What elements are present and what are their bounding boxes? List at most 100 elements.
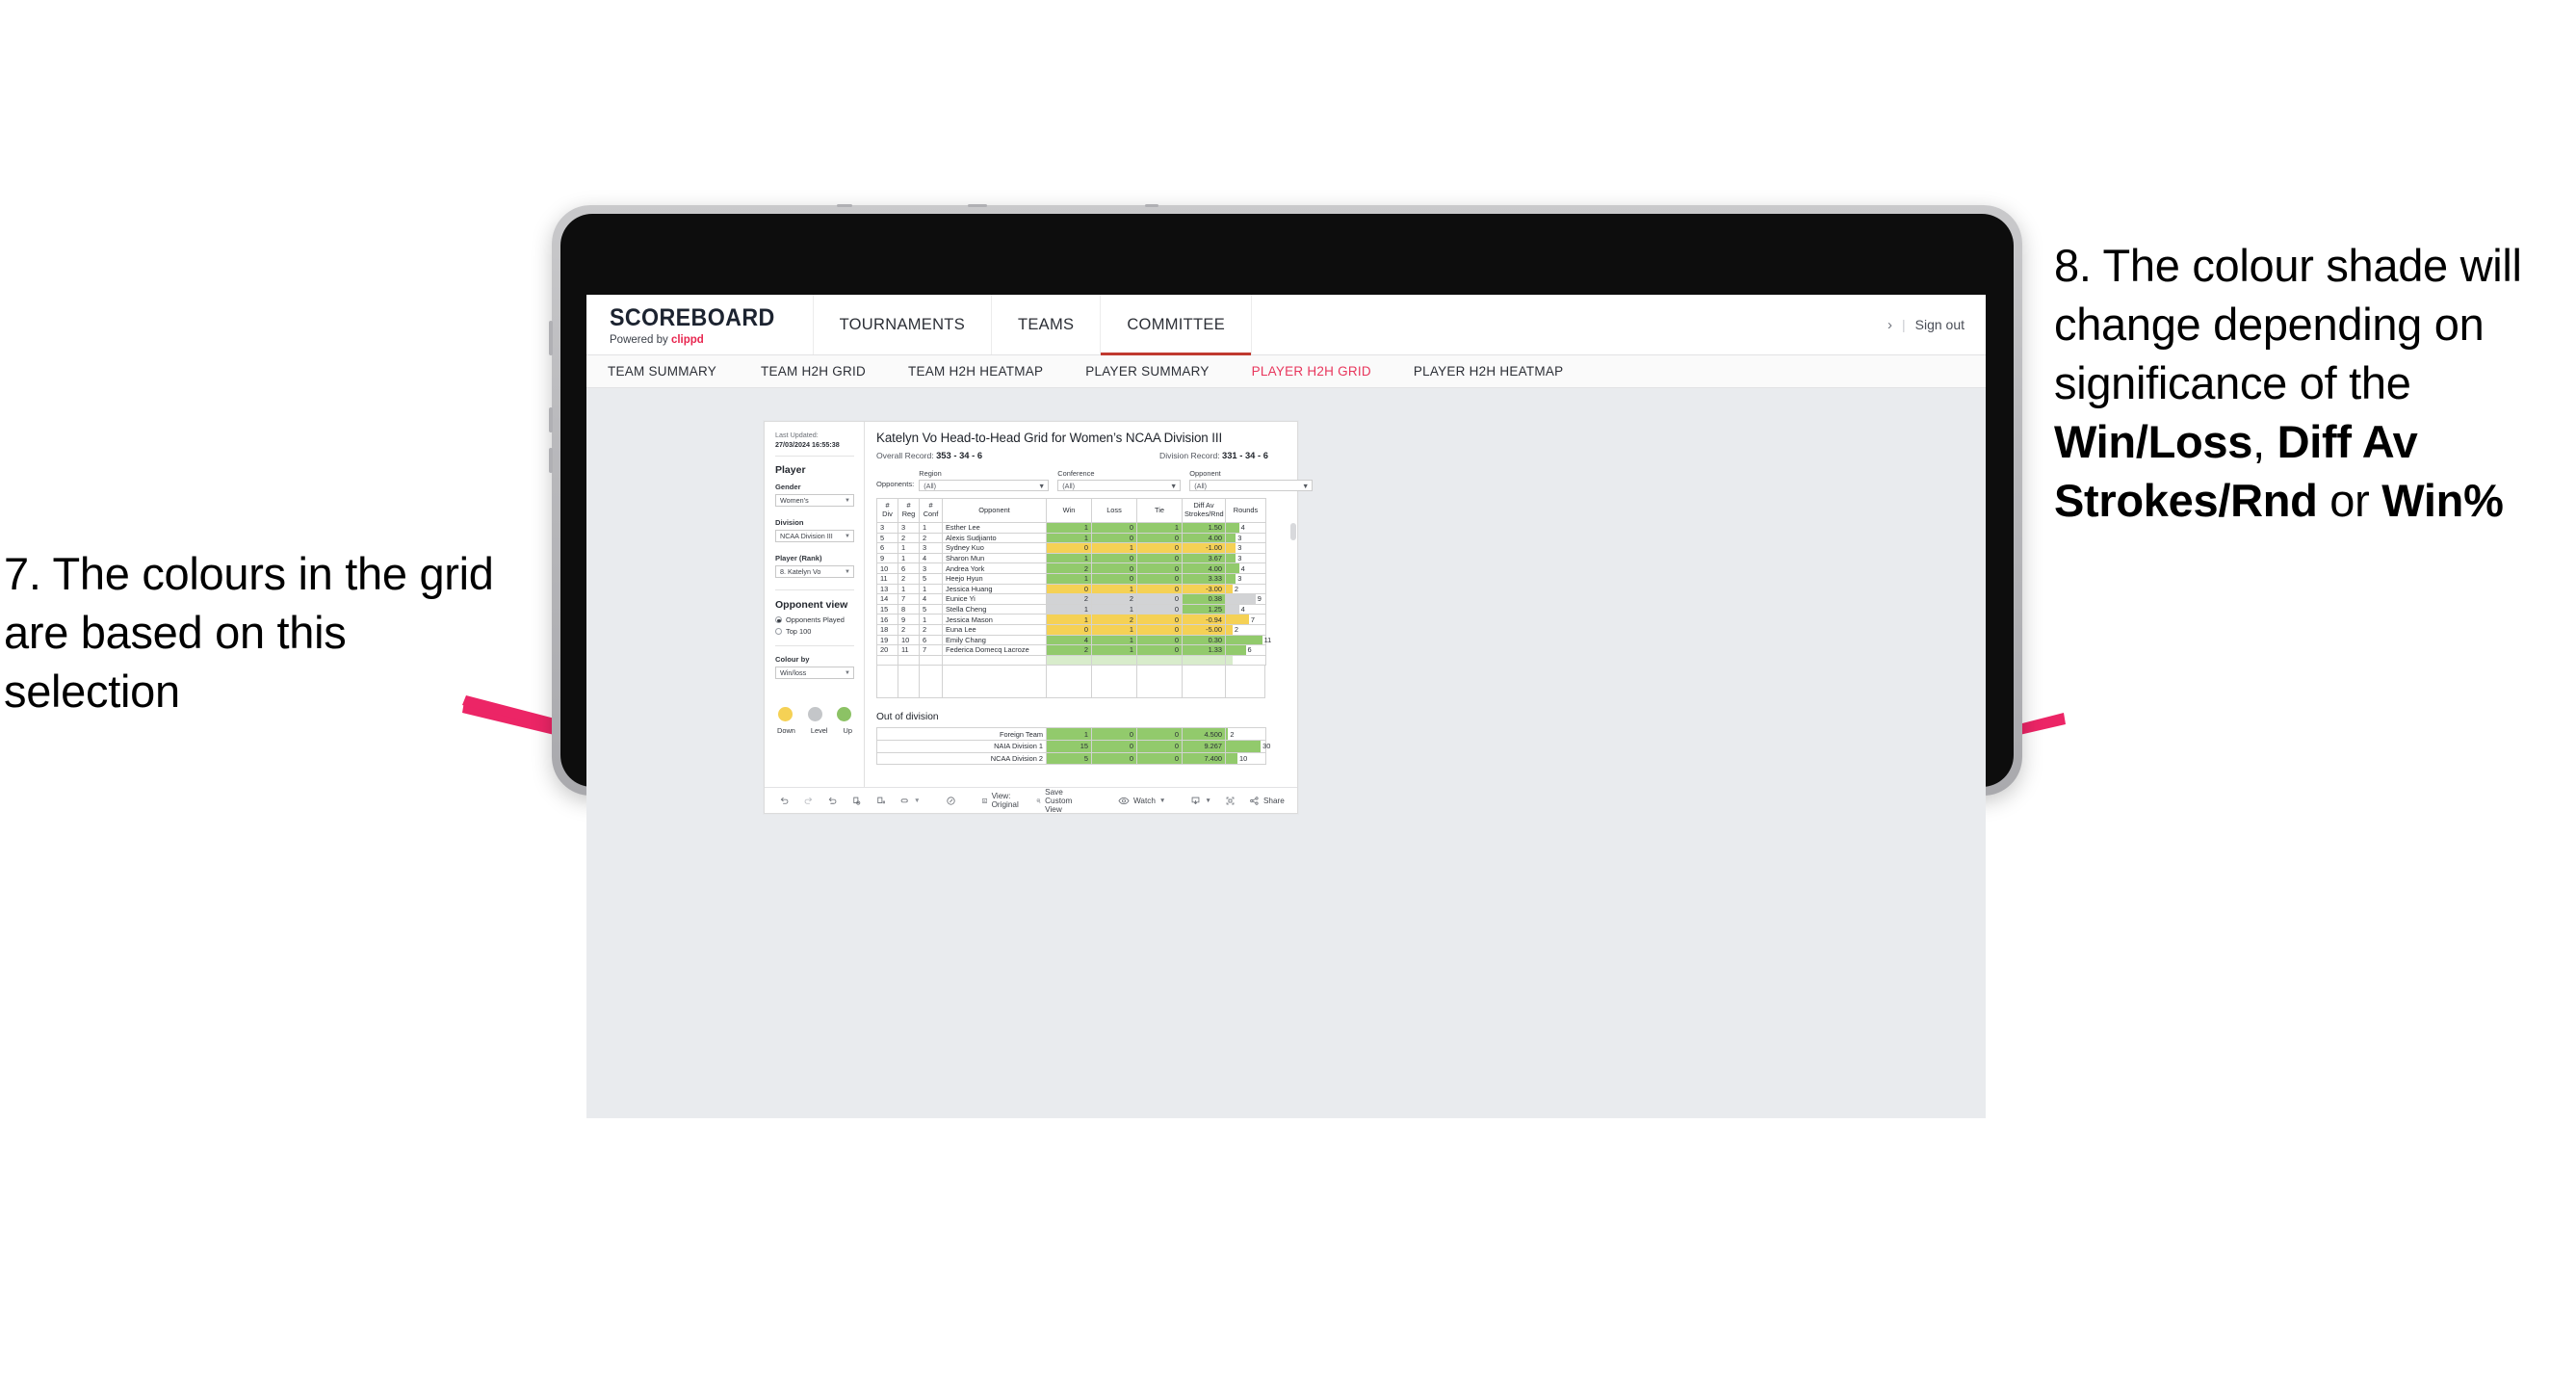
brand-title: SCOREBOARD bbox=[610, 303, 775, 331]
colour-by-select[interactable]: Win/loss ▼ bbox=[775, 667, 854, 680]
subnav-team-h2h-heatmap[interactable]: TEAM H2H HEATMAP bbox=[887, 364, 1064, 379]
opponent-filter-select[interactable]: (All) ▼ bbox=[1189, 480, 1314, 491]
cell-rounds: 10 bbox=[1225, 751, 1266, 766]
player-rank-select[interactable]: 8. Katelyn Vo ▼ bbox=[775, 565, 854, 579]
subnav-player-h2h-heatmap[interactable]: PLAYER H2H HEATMAP bbox=[1392, 364, 1585, 379]
chevron-right-icon[interactable]: › bbox=[1887, 317, 1892, 333]
cell-opponent: Andrea York bbox=[942, 562, 1047, 574]
gender-select[interactable]: Women’s ▼ bbox=[775, 494, 854, 508]
tablet-mic bbox=[1145, 204, 1158, 207]
nav-teams[interactable]: TEAMS bbox=[992, 295, 1102, 354]
table-row[interactable]: 3 3 1 Esther Lee 1 0 1 1.50 4 bbox=[876, 522, 1266, 534]
subnav-team-h2h-grid[interactable]: TEAM H2H GRID bbox=[740, 364, 887, 379]
cell-reg: 1 bbox=[898, 542, 920, 554]
table-row[interactable]: 6 1 3 Sydney Kuo 0 1 0 -1.00 3 bbox=[876, 542, 1266, 554]
cell-div: 9 bbox=[876, 552, 898, 564]
colour-legend-labels: Down Level Up bbox=[775, 721, 854, 735]
table-row[interactable]: 13 1 1 Jessica Huang 0 1 0 -3.00 2 bbox=[876, 583, 1266, 595]
chevron-down-icon: ▼ bbox=[845, 669, 850, 676]
table-row[interactable]: 19 10 6 Emily Chang 4 1 0 0.30 11 bbox=[876, 634, 1271, 646]
legend-label-up: Up bbox=[843, 726, 852, 736]
table-row[interactable]: 10 6 3 Andrea York 2 0 0 4.00 4 bbox=[876, 562, 1266, 574]
table-row[interactable]: 14 7 4 Eunice Yi 2 2 0 0.38 9 bbox=[876, 593, 1266, 605]
radio-top-100[interactable]: Top 100 bbox=[775, 627, 854, 636]
nav-committee[interactable]: COMMITTEE bbox=[1101, 295, 1253, 355]
undo-button[interactable] bbox=[772, 796, 796, 806]
view-content: Katelyn Vo Head-to-Head Grid for Women’s… bbox=[865, 422, 1314, 787]
highlight-button[interactable]: ▼ bbox=[893, 796, 927, 806]
slide-canvas: 7. The colours in the grid are based on … bbox=[0, 0, 2576, 1386]
legend-dot-down bbox=[778, 707, 793, 722]
cell-tie: 0 bbox=[1136, 562, 1183, 574]
division-select[interactable]: NCAA Division III ▼ bbox=[775, 530, 854, 543]
conference-filter-select[interactable]: (All) ▼ bbox=[1057, 480, 1182, 491]
radio-opponents-played[interactable]: Opponents Played bbox=[775, 615, 854, 624]
cell-opponent: Euna Lee bbox=[942, 623, 1047, 636]
save-custom-view-button[interactable]: Save Custom View bbox=[1029, 788, 1084, 814]
download-button[interactable]: ▼ bbox=[1184, 796, 1218, 806]
region-filter-select[interactable]: (All) ▼ bbox=[919, 480, 1050, 491]
col-win: Win bbox=[1046, 498, 1092, 523]
cell-loss: 2 bbox=[1091, 614, 1137, 625]
cell-conf: 2 bbox=[919, 623, 943, 636]
grid-vertical-scrollbar[interactable] bbox=[1290, 523, 1296, 540]
annotation-right-bold1: Win/Loss bbox=[2054, 416, 2253, 468]
table-row[interactable]: 9 1 4 Sharon Mun 1 0 0 3.67 3 bbox=[876, 552, 1266, 564]
redo-button[interactable] bbox=[796, 796, 820, 806]
cell-tie: 0 bbox=[1136, 603, 1183, 615]
h2h-grid-header-row: # Div # Reg # Conf Opponent Win Loss Tie Di… bbox=[876, 498, 1266, 523]
table-row[interactable]: Foreign Team 1 0 0 4.500 2 bbox=[876, 727, 1266, 741]
refresh-data-button[interactable] bbox=[845, 796, 869, 806]
nav-tournaments[interactable]: TOURNAMENTS bbox=[814, 295, 992, 354]
fullscreen-button[interactable] bbox=[1218, 796, 1242, 806]
table-row[interactable]: 5 2 2 Alexis Sudjianto 1 0 0 4.00 3 bbox=[876, 532, 1266, 544]
cell-diff: -0.94 bbox=[1182, 614, 1226, 625]
cell-loss: 1 bbox=[1091, 644, 1137, 656]
table-row[interactable]: 11 2 5 Heejo Hyun 1 0 0 3.33 3 bbox=[876, 572, 1266, 585]
cell-rounds: 3 bbox=[1225, 552, 1266, 564]
table-row[interactable]: 15 8 5 Stella Cheng 1 1 0 1.25 4 bbox=[876, 603, 1266, 615]
cell-reg: 1 bbox=[898, 552, 920, 564]
cell-win: 15 bbox=[1046, 739, 1092, 753]
subnav-player-summary[interactable]: PLAYER SUMMARY bbox=[1064, 364, 1230, 379]
cell-tie: 0 bbox=[1136, 644, 1183, 656]
label-gender: Gender bbox=[775, 483, 801, 492]
cell-reg: 7 bbox=[898, 593, 920, 605]
filter-pane: Last Updated: 27/03/2024 16:55:38 Player… bbox=[765, 422, 865, 787]
table-row[interactable]: 20 11 7 Federica Domecq Lacroze 2 1 0 1.33 6 bbox=[876, 644, 1266, 656]
filter-divider-1 bbox=[775, 456, 854, 458]
table-row[interactable]: NAIA Division 1 15 0 0 9.267 30 bbox=[876, 739, 1270, 753]
cell-div: 20 bbox=[876, 644, 898, 656]
download-icon bbox=[1192, 797, 1200, 804]
view-original-button[interactable]: View: Original bbox=[975, 792, 1029, 809]
pause-auto-update-button[interactable] bbox=[869, 796, 893, 806]
cell-div: 14 bbox=[876, 593, 898, 605]
table-row[interactable]: 16 9 1 Jessica Mason 1 2 0 -0.94 7 bbox=[876, 614, 1266, 625]
division-record: Division Record: 331 - 34 - 6 bbox=[1159, 450, 1268, 460]
conference-filter-value: (All) bbox=[1062, 481, 1076, 490]
table-row-partial bbox=[876, 654, 1266, 667]
alert-button[interactable] bbox=[939, 796, 963, 806]
cell-win: 2 bbox=[1046, 562, 1092, 574]
cell-div: 16 bbox=[876, 614, 898, 625]
cell-diff: 3.33 bbox=[1182, 572, 1226, 585]
table-row[interactable]: 18 2 2 Euna Lee 0 1 0 -5.00 2 bbox=[876, 623, 1266, 636]
table-row[interactable]: NCAA Division 2 5 0 0 7.400 10 bbox=[876, 751, 1266, 766]
cell-reg: 2 bbox=[898, 623, 920, 636]
cell-div: 3 bbox=[876, 522, 898, 534]
cell-reg: 9 bbox=[898, 614, 920, 625]
cell-reg: 11 bbox=[898, 644, 920, 656]
sign-out-link[interactable]: Sign out bbox=[1915, 317, 1965, 332]
last-updated: Last Updated: 27/03/2024 16:55:38 bbox=[775, 431, 854, 456]
share-button[interactable]: Share bbox=[1242, 796, 1291, 806]
cell-opponent: Emily Chang bbox=[942, 634, 1047, 646]
player-rank-select-value: 8. Katelyn Vo bbox=[780, 567, 821, 577]
h2h-grid-empty-area bbox=[876, 666, 1265, 699]
legend-label-level: Level bbox=[810, 726, 828, 736]
revert-button[interactable] bbox=[820, 796, 845, 806]
cell-conf: 3 bbox=[919, 542, 943, 554]
annotation-right: 8. The colour shade will change dependin… bbox=[2054, 236, 2576, 530]
watch-button[interactable]: Watch ▼ bbox=[1111, 796, 1172, 806]
subnav-player-h2h-grid[interactable]: PLAYER H2H GRID bbox=[1231, 364, 1392, 379]
subnav-team-summary[interactable]: TEAM SUMMARY bbox=[608, 364, 740, 379]
